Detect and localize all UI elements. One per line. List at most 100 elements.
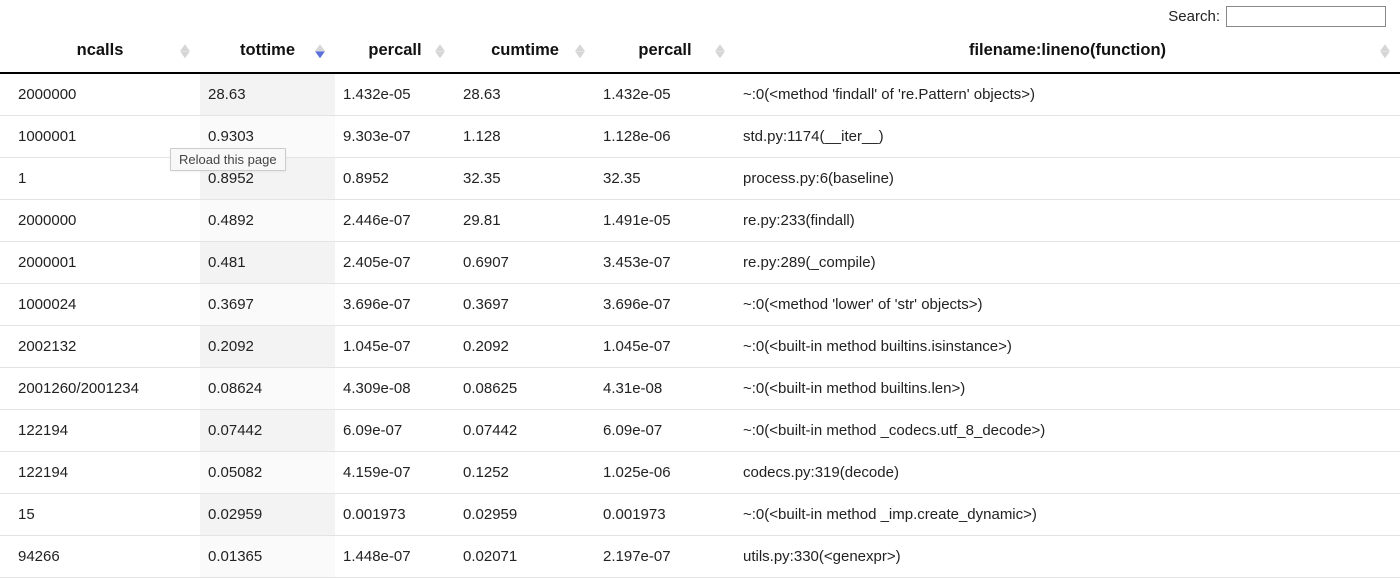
cell-filename: ~:0(<method 'findall' of 're.Pattern' ob… — [735, 73, 1400, 116]
cell-percall: 4.159e-07 — [335, 452, 455, 494]
cell-filename: ~:0(<built-in method builtins.len>) — [735, 368, 1400, 410]
cell-tottime: 28.63 — [200, 73, 335, 116]
search-label: Search: — [1168, 8, 1220, 25]
col-header-percall-2[interactable]: percall — [595, 31, 735, 73]
cell-percall: 6.09e-07 — [595, 410, 735, 452]
cell-filename: std.py:1174(__iter__) — [735, 116, 1400, 158]
cell-tottime: 0.3697 — [200, 284, 335, 326]
col-header-ncalls[interactable]: ncalls — [0, 31, 200, 73]
sort-icon — [1380, 44, 1390, 58]
cell-percall: 3.696e-07 — [595, 284, 735, 326]
search-bar: Search: — [0, 0, 1400, 31]
table-row: 150.029590.0019730.029590.001973~:0(<bui… — [0, 494, 1400, 536]
cell-ncalls: 2001260/2001234 — [0, 368, 200, 410]
col-header-percall-1[interactable]: percall — [335, 31, 455, 73]
cell-cumtime: 0.02071 — [455, 536, 595, 578]
cell-percall: 1.432e-05 — [335, 73, 455, 116]
col-header-label: ncalls — [77, 41, 124, 59]
cell-percall: 32.35 — [595, 158, 735, 200]
cell-ncalls: 2000001 — [0, 242, 200, 284]
cell-ncalls: 122194 — [0, 452, 200, 494]
cell-ncalls: 94266 — [0, 536, 200, 578]
profile-table: ncalls tottime percall — [0, 31, 1400, 578]
table-row: 2001260/20012340.086244.309e-080.086254.… — [0, 368, 1400, 410]
cell-percall: 2.405e-07 — [335, 242, 455, 284]
sort-icon — [435, 44, 445, 58]
cell-filename: ~:0(<method 'lower' of 'str' objects>) — [735, 284, 1400, 326]
cell-tottime: 0.02959 — [200, 494, 335, 536]
col-header-label: percall — [368, 41, 421, 59]
col-header-cumtime[interactable]: cumtime — [455, 31, 595, 73]
col-header-tottime[interactable]: tottime — [200, 31, 335, 73]
cell-filename: process.py:6(baseline) — [735, 158, 1400, 200]
cell-cumtime: 32.35 — [455, 158, 595, 200]
col-header-label: cumtime — [491, 41, 559, 59]
cell-filename: re.py:233(findall) — [735, 200, 1400, 242]
cell-filename: ~:0(<built-in method _codecs.utf_8_decod… — [735, 410, 1400, 452]
cell-cumtime: 1.128 — [455, 116, 595, 158]
cell-percall: 3.453e-07 — [595, 242, 735, 284]
sort-icon — [180, 44, 190, 58]
cell-filename: ~:0(<built-in method _imp.create_dynamic… — [735, 494, 1400, 536]
table-row: 1221940.074426.09e-070.074426.09e-07~:0(… — [0, 410, 1400, 452]
sort-icon — [715, 44, 725, 58]
cell-tottime: 0.2092 — [200, 326, 335, 368]
cell-tottime: 0.08624 — [200, 368, 335, 410]
col-header-filename[interactable]: filename:lineno(function) — [735, 31, 1400, 73]
cell-percall: 0.8952 — [335, 158, 455, 200]
cell-percall: 1.025e-06 — [595, 452, 735, 494]
table-row: 942660.013651.448e-070.020712.197e-07uti… — [0, 536, 1400, 578]
table-row: 200000028.631.432e-0528.631.432e-05~:0(<… — [0, 73, 1400, 116]
cell-ncalls: 15 — [0, 494, 200, 536]
cell-percall: 4.309e-08 — [335, 368, 455, 410]
search-input[interactable] — [1226, 6, 1386, 27]
table-row: 10000240.36973.696e-070.36973.696e-07~:0… — [0, 284, 1400, 326]
cell-ncalls: 2000000 — [0, 200, 200, 242]
table-row: 20021320.20921.045e-070.20921.045e-07~:0… — [0, 326, 1400, 368]
cell-filename: codecs.py:319(decode) — [735, 452, 1400, 494]
cell-tottime: 0.481 — [200, 242, 335, 284]
cell-tottime: 0.07442 — [200, 410, 335, 452]
cell-cumtime: 28.63 — [455, 73, 595, 116]
cell-percall: 0.001973 — [595, 494, 735, 536]
cell-cumtime: 0.08625 — [455, 368, 595, 410]
cell-ncalls: 2000000 — [0, 73, 200, 116]
cell-filename: utils.py:330(<genexpr>) — [735, 536, 1400, 578]
cell-ncalls: 122194 — [0, 410, 200, 452]
cell-percall: 1.432e-05 — [595, 73, 735, 116]
sort-icon — [575, 44, 585, 58]
cell-filename: ~:0(<built-in method builtins.isinstance… — [735, 326, 1400, 368]
reload-tooltip: Reload this page — [170, 148, 286, 171]
col-header-label: tottime — [240, 41, 295, 59]
cell-percall: 3.696e-07 — [335, 284, 455, 326]
cell-percall: 1.045e-07 — [595, 326, 735, 368]
cell-percall: 1.491e-05 — [595, 200, 735, 242]
cell-tottime: 0.05082 — [200, 452, 335, 494]
table-row: 1221940.050824.159e-070.12521.025e-06cod… — [0, 452, 1400, 494]
cell-cumtime: 0.02959 — [455, 494, 595, 536]
cell-tottime: 0.01365 — [200, 536, 335, 578]
cell-percall: 2.446e-07 — [335, 200, 455, 242]
cell-cumtime: 0.6907 — [455, 242, 595, 284]
table-row: 20000000.48922.446e-0729.811.491e-05re.p… — [0, 200, 1400, 242]
cell-cumtime: 0.1252 — [455, 452, 595, 494]
cell-ncalls: 1000024 — [0, 284, 200, 326]
cell-cumtime: 0.3697 — [455, 284, 595, 326]
cell-percall: 1.128e-06 — [595, 116, 735, 158]
cell-cumtime: 29.81 — [455, 200, 595, 242]
cell-percall: 0.001973 — [335, 494, 455, 536]
cell-percall: 9.303e-07 — [335, 116, 455, 158]
table-header-row: ncalls tottime percall — [0, 31, 1400, 73]
cell-cumtime: 0.07442 — [455, 410, 595, 452]
sort-icon — [315, 44, 325, 58]
cell-percall: 4.31e-08 — [595, 368, 735, 410]
cell-percall: 1.045e-07 — [335, 326, 455, 368]
col-header-label: filename:lineno(function) — [969, 41, 1166, 59]
table-row: 20000010.4812.405e-070.69073.453e-07re.p… — [0, 242, 1400, 284]
cell-percall: 6.09e-07 — [335, 410, 455, 452]
cell-cumtime: 0.2092 — [455, 326, 595, 368]
cell-percall: 2.197e-07 — [595, 536, 735, 578]
cell-percall: 1.448e-07 — [335, 536, 455, 578]
cell-ncalls: 2002132 — [0, 326, 200, 368]
col-header-label: percall — [638, 41, 691, 59]
